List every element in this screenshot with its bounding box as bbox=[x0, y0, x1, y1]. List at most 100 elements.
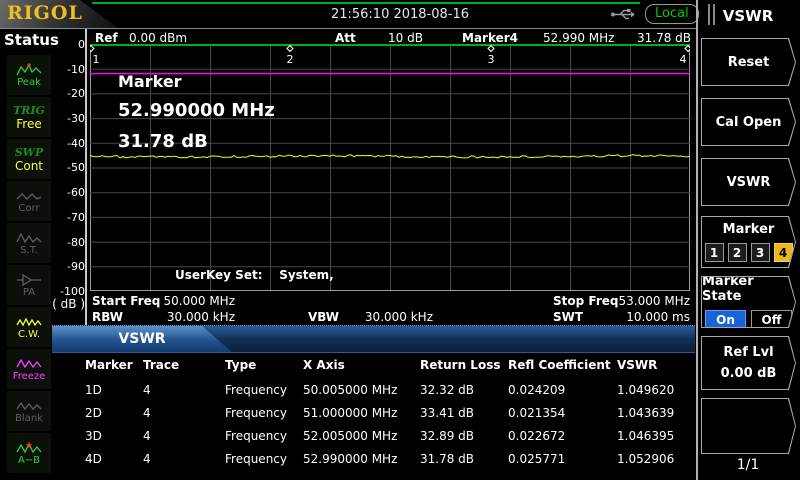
results-tab-bar: VSWR bbox=[52, 325, 695, 353]
status-item-ab: A−B bbox=[7, 433, 51, 473]
top-accent-line bbox=[92, 2, 640, 4]
table-cell: Frequency bbox=[225, 429, 303, 443]
status-item-blank: Blank bbox=[7, 391, 51, 431]
table-header-cell: Refl Coefficient bbox=[508, 358, 617, 372]
rbw-value: 30.000 kHz bbox=[140, 310, 235, 324]
table-cell: Frequency bbox=[225, 452, 303, 466]
marker-number: 1 bbox=[93, 53, 100, 66]
userkey-message: UserKey Set: System, bbox=[175, 268, 334, 282]
marker-readout-label: Marker4 bbox=[462, 31, 518, 45]
marker-info-freq: 52.990000 MHz bbox=[118, 100, 275, 121]
table-cell: Frequency bbox=[225, 406, 303, 420]
local-mode-badge: Local bbox=[645, 4, 699, 24]
marker-diamond bbox=[90, 46, 94, 52]
table-header-cell: VSWR bbox=[617, 358, 695, 372]
table-header-cell: X Axis bbox=[303, 358, 420, 372]
waveform-freeze-icon bbox=[16, 357, 42, 371]
y-axis-tick: -90 bbox=[67, 260, 85, 273]
status-ab-label: A−B bbox=[18, 455, 40, 466]
table-cell: 4D bbox=[85, 452, 143, 466]
marker-option-4[interactable]: 4 bbox=[774, 243, 793, 262]
stop-freq-label: Stop Freq bbox=[553, 294, 618, 308]
instrument-screen: RIGOL 21:56:10 2018-08-16 Local Status P… bbox=[0, 0, 800, 480]
table-header-cell: Return Loss bbox=[420, 358, 508, 372]
swt-value: 10.000 ms bbox=[615, 310, 690, 324]
results-table: MarkerTraceTypeX AxisReturn LossRefl Coe… bbox=[85, 352, 695, 470]
y-axis-tick: -50 bbox=[67, 161, 85, 174]
table-cell: 0.024209 bbox=[508, 383, 617, 397]
y-axis-tick: -80 bbox=[67, 236, 85, 249]
marker-option-1[interactable]: 1 bbox=[705, 243, 724, 262]
usb-icon bbox=[610, 8, 640, 21]
y-axis-tick: -100 bbox=[60, 285, 85, 298]
table-header-cell: Type bbox=[225, 358, 303, 372]
table-cell: 1.046395 bbox=[617, 429, 695, 443]
table-cell: 0.022672 bbox=[508, 429, 617, 443]
att-label: Att bbox=[335, 31, 356, 45]
marker-state-off[interactable]: Off bbox=[751, 310, 792, 330]
waveform-blank-icon bbox=[16, 399, 42, 413]
start-freq-value: 50.000 MHz bbox=[140, 294, 235, 308]
waveform-ab-icon bbox=[16, 441, 42, 455]
y-axis-tick: -20 bbox=[67, 87, 85, 100]
swt-label: SWT bbox=[553, 310, 583, 324]
marker-option-3[interactable]: 3 bbox=[751, 243, 770, 262]
table-row: 1D4Frequency50.005000 MHz32.32 dB0.02420… bbox=[85, 378, 695, 401]
table-cell: 52.990000 MHz bbox=[303, 452, 420, 466]
table-cell: 1D bbox=[85, 383, 143, 397]
marker-state-on[interactable]: On bbox=[705, 310, 746, 330]
softkey-blank[interactable] bbox=[701, 398, 796, 454]
marker-info-level: 31.78 dB bbox=[118, 131, 275, 152]
ref-value: 0.00 dBm bbox=[129, 31, 187, 45]
tab-vswr-label: VSWR bbox=[118, 331, 165, 347]
y-axis-unit: ( dB ) bbox=[28, 297, 85, 311]
marker-option-2[interactable]: 2 bbox=[728, 243, 747, 262]
tab-vswr[interactable]: VSWR bbox=[52, 326, 232, 352]
table-row: 2D4Frequency51.000000 MHz33.41 dB0.02135… bbox=[85, 401, 695, 424]
marker-diamond bbox=[488, 46, 494, 52]
table-cell: 52.005000 MHz bbox=[303, 429, 420, 443]
softkey-menu-title: VSWR bbox=[700, 7, 796, 25]
softkey-marker[interactable]: Marker 1 2 3 4 bbox=[701, 216, 796, 268]
softkey-vswr[interactable]: VSWR bbox=[701, 158, 796, 206]
table-cell: 4 bbox=[143, 406, 225, 420]
softkey-cal-open-label: Cal Open bbox=[716, 115, 782, 130]
waveform-cw-icon bbox=[16, 315, 42, 329]
softkey-vswr-label: VSWR bbox=[727, 175, 771, 190]
softkey-cal-open[interactable]: Cal Open bbox=[701, 98, 796, 146]
y-axis-tick: -30 bbox=[67, 112, 85, 125]
status-cw-label: C.W. bbox=[18, 329, 40, 340]
marker-info-title: Marker bbox=[118, 72, 275, 91]
softkey-reset[interactable]: Reset bbox=[701, 38, 796, 86]
marker-number: 2 bbox=[287, 53, 294, 66]
table-cell: 31.78 dB bbox=[420, 452, 508, 466]
status-freeze-label: Freeze bbox=[13, 371, 46, 382]
marker-diamond bbox=[685, 46, 690, 52]
y-axis-tick: -60 bbox=[67, 186, 85, 199]
table-header-row: MarkerTraceTypeX AxisReturn LossRefl Coe… bbox=[85, 352, 695, 378]
table-cell: 1.049620 bbox=[617, 383, 695, 397]
marker-state-row: On Off bbox=[705, 310, 792, 330]
stop-freq-value: 53.000 MHz bbox=[610, 294, 690, 308]
status-blank-label: Blank bbox=[15, 413, 43, 424]
table-cell: Frequency bbox=[225, 383, 303, 397]
y-axis-tick: -70 bbox=[67, 211, 85, 224]
marker-readout-level: 31.78 dB bbox=[637, 31, 691, 45]
ref-label: Ref bbox=[95, 31, 118, 45]
softkey-marker-state-label: Marker State bbox=[702, 274, 795, 304]
table-cell: 0.021354 bbox=[508, 406, 617, 420]
table-row: 4D4Frequency52.990000 MHz31.78 dB0.02577… bbox=[85, 447, 695, 470]
softkey-ref-lvl[interactable]: Ref Lvl 0.00 dB bbox=[701, 336, 796, 390]
marker-number: 3 bbox=[488, 53, 495, 66]
table-cell: 4 bbox=[143, 452, 225, 466]
status-item-freeze: Freeze bbox=[7, 349, 51, 389]
y-axis-tick: -10 bbox=[67, 63, 85, 76]
softkey-marker-state[interactable]: Marker State On Off bbox=[701, 276, 796, 328]
table-cell: 33.41 dB bbox=[420, 406, 508, 420]
table-cell: 50.005000 MHz bbox=[303, 383, 420, 397]
rigol-logo: RIGOL bbox=[7, 2, 83, 24]
marker-select-row: 1 2 3 4 bbox=[705, 243, 793, 262]
table-cell: 32.32 dB bbox=[420, 383, 508, 397]
top-bar: RIGOL 21:56:10 2018-08-16 Local bbox=[0, 0, 800, 28]
table-row: 3D4Frequency52.005000 MHz32.89 dB0.02267… bbox=[85, 424, 695, 447]
